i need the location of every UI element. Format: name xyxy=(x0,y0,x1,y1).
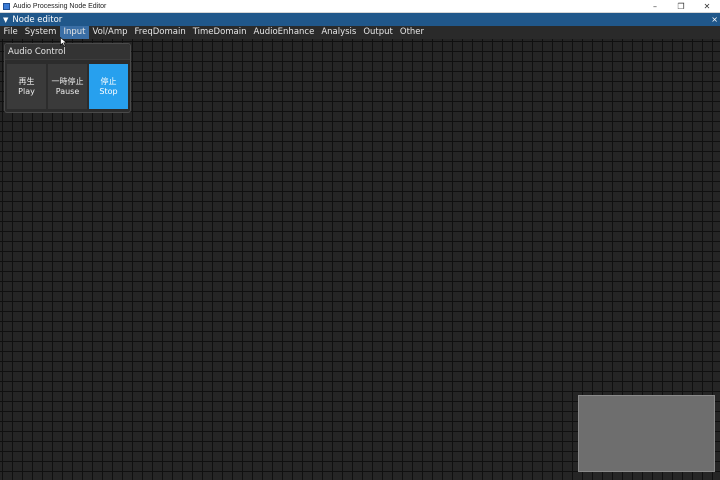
stop-button[interactable]: 停止 Stop xyxy=(89,64,128,109)
audio-control-node[interactable]: Audio Control 再生 Play 一時停止 Pause 停止 Stop xyxy=(4,43,131,113)
menu-other[interactable]: Other xyxy=(396,26,427,39)
menu-bar: File System Input Vol/Amp FreqDomain Tim… xyxy=(0,26,720,39)
os-window-controls: – ❐ ✕ xyxy=(642,0,720,13)
menu-timedomain[interactable]: TimeDomain xyxy=(189,26,250,39)
play-label-en: Play xyxy=(18,86,35,96)
mouse-cursor-icon xyxy=(60,37,68,47)
maximize-button[interactable]: ❐ xyxy=(668,0,694,13)
os-window-title: Audio Processing Node Editor xyxy=(13,2,107,10)
node-button-row: 再生 Play 一時停止 Pause 停止 Stop xyxy=(5,60,130,109)
stop-label-jp: 停止 xyxy=(100,76,117,86)
menu-audioenhance[interactable]: AudioEnhance xyxy=(250,26,318,39)
node-editor-titlebar[interactable]: ▼ Node editor × xyxy=(0,13,720,26)
os-titlebar: Audio Processing Node Editor – ❐ ✕ xyxy=(0,0,720,13)
menu-file[interactable]: File xyxy=(0,26,21,39)
node-editor-title: Node editor xyxy=(12,14,63,25)
close-button[interactable]: ✕ xyxy=(694,0,720,13)
play-button[interactable]: 再生 Play xyxy=(7,64,46,109)
minimize-button[interactable]: – xyxy=(642,0,668,13)
play-label-jp: 再生 xyxy=(18,76,35,86)
menu-vol-amp[interactable]: Vol/Amp xyxy=(89,26,131,39)
app-icon xyxy=(3,2,10,10)
pause-label-en: Pause xyxy=(55,86,80,96)
menu-output[interactable]: Output xyxy=(360,26,397,39)
node-editor-close-icon[interactable]: × xyxy=(711,13,718,26)
stop-label-en: Stop xyxy=(99,86,118,96)
pause-button[interactable]: 一時停止 Pause xyxy=(48,64,87,109)
menu-analysis[interactable]: Analysis xyxy=(318,26,360,39)
app-window: Audio Processing Node Editor – ❐ ✕ ▼ Nod… xyxy=(0,0,720,480)
minimap[interactable] xyxy=(578,395,715,472)
collapse-arrow-icon[interactable]: ▼ xyxy=(3,16,8,24)
menu-freqdomain[interactable]: FreqDomain xyxy=(131,26,189,39)
menu-system[interactable]: System xyxy=(21,26,60,39)
pause-label-jp: 一時停止 xyxy=(51,76,84,86)
